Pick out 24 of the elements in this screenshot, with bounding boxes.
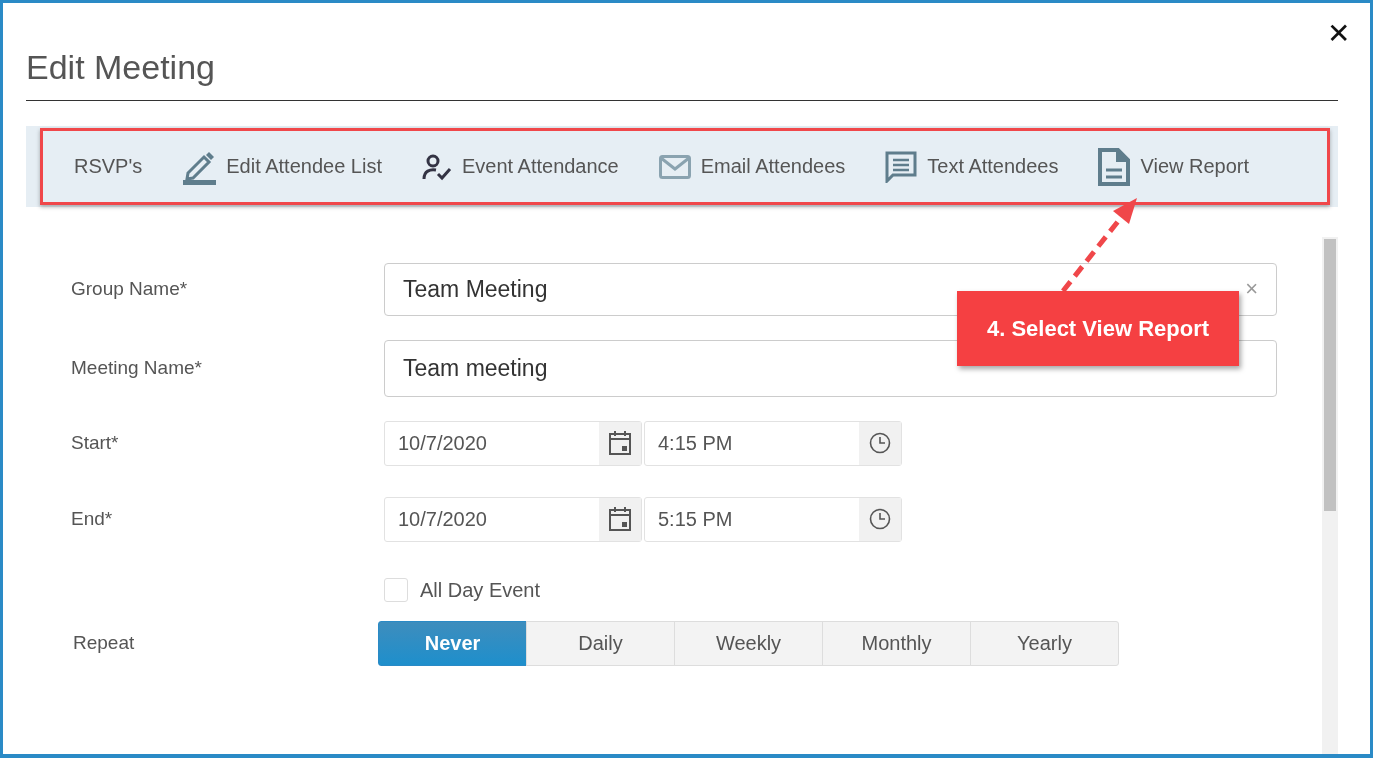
toolbar-button[interactable]: View Report [1098, 147, 1250, 186]
field-label: End* [71, 508, 114, 530]
dialog-title: Edit Meeting [26, 48, 215, 87]
date-field[interactable]: 10/7/2020 [384, 420, 642, 466]
field-label: Start* [71, 432, 120, 454]
repeat-option[interactable]: Monthly [822, 620, 971, 666]
field-label: Repeat [73, 632, 136, 654]
close-button[interactable]: ✕ [1323, 17, 1354, 50]
callout: 4. Select View Report [957, 291, 1239, 366]
time-field[interactable]: 5:15 PM [644, 496, 902, 542]
field-label: Meeting Name* [71, 357, 203, 379]
repeat-option[interactable]: Daily [526, 620, 675, 666]
repeat-option[interactable]: Weekly [674, 620, 823, 666]
toolbar-button[interactable]: Email Attendees [658, 154, 846, 179]
time-field[interactable]: 4:15 PM [644, 420, 902, 466]
field-label: Group Name* [71, 278, 189, 300]
repeat-option[interactable]: Yearly [970, 620, 1119, 666]
toolbar-button[interactable]: RSVP's [74, 155, 143, 178]
checkbox-label: All Day Event [420, 578, 541, 602]
toolbar-button[interactable]: Event Attendance [421, 152, 619, 181]
toolbar-button[interactable]: Text Attendees [885, 150, 1059, 183]
repeat-option[interactable]: Never [378, 620, 527, 666]
date-field[interactable]: 10/7/2020 [384, 496, 642, 542]
toolbar-button[interactable]: Edit Attendee List [182, 148, 382, 185]
